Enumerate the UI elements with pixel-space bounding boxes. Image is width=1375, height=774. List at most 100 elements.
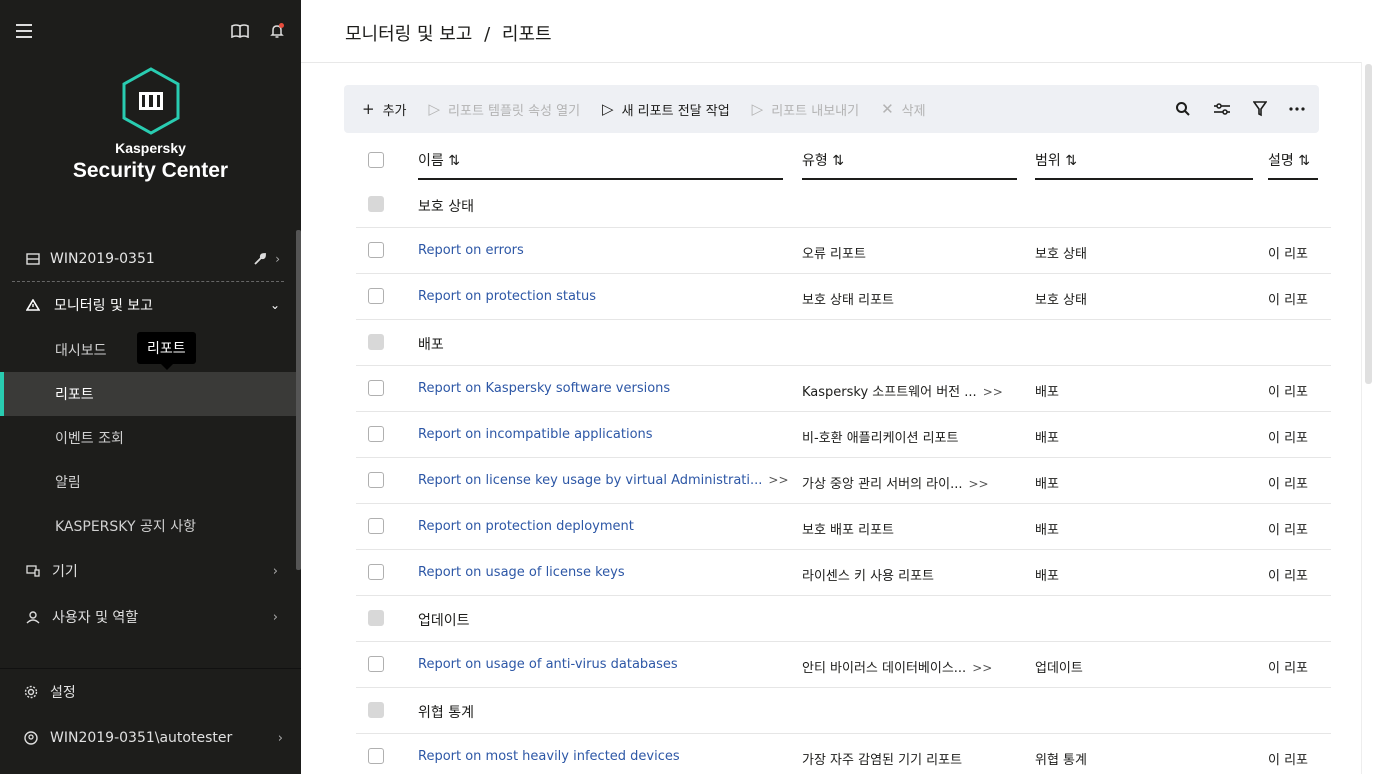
select-all-checkbox[interactable] xyxy=(368,152,384,168)
row-checkbox[interactable] xyxy=(368,242,384,258)
report-name-link[interactable]: Report on most heavily infected devices xyxy=(418,749,680,764)
column-header-name[interactable]: 이름 ⇅ xyxy=(418,150,783,180)
main-scrollbar[interactable] xyxy=(1361,62,1375,774)
breadcrumb-monitoring[interactable]: 모니터링 및 보고 xyxy=(345,24,472,45)
report-description: 이 리포 xyxy=(1268,385,1309,400)
sidebar-item-devices[interactable]: 기기 › xyxy=(0,548,296,594)
breadcrumb-separator: / xyxy=(484,24,491,45)
open-template-button[interactable]: ▷ 리포트 템플릿 속성 열기 xyxy=(429,100,581,119)
sidebar-item-notifications[interactable]: 알림 xyxy=(0,460,296,504)
sidebar-item-settings[interactable]: 설정 xyxy=(0,669,301,715)
chevron-down-icon: ⌄ xyxy=(269,298,280,312)
report-description: 이 리포 xyxy=(1268,753,1309,768)
report-scope: 배포 xyxy=(1035,431,1059,446)
server-selector[interactable]: WIN2019-0351 › xyxy=(12,236,284,282)
group-checkbox[interactable] xyxy=(368,334,384,350)
row-checkbox[interactable] xyxy=(368,748,384,764)
table-row[interactable]: Report on most heavily infected devices … xyxy=(356,734,1331,774)
report-name-link[interactable]: Report on license key usage by virtual A… xyxy=(418,473,762,488)
group-checkbox[interactable] xyxy=(368,196,384,212)
delete-button[interactable]: ✕ 삭제 xyxy=(881,100,926,119)
report-name-link[interactable]: Report on protection status xyxy=(418,289,596,304)
book-icon[interactable] xyxy=(231,24,249,38)
section-monitoring-label: 모니터링 및 보고 xyxy=(54,298,154,314)
more-options-icon[interactable] xyxy=(1289,107,1305,111)
group-label: 업데이트 xyxy=(418,613,470,629)
search-icon[interactable] xyxy=(1175,101,1191,117)
sidebar-top-bar xyxy=(0,0,301,62)
report-name-link[interactable]: Report on usage of license keys xyxy=(418,565,625,580)
report-type: 가장 자주 감염된 기기 리포트 xyxy=(802,753,963,768)
row-checkbox[interactable] xyxy=(368,288,384,304)
table-row[interactable]: Report on incompatible applications 비-호환… xyxy=(356,412,1331,458)
expand-more-button[interactable]: >> xyxy=(972,661,992,675)
report-name-link[interactable]: Report on usage of anti-virus databases xyxy=(418,657,678,672)
report-scope: 보호 상태 xyxy=(1035,247,1087,262)
report-description: 이 리포 xyxy=(1268,293,1309,308)
close-icon: ✕ xyxy=(881,100,894,118)
row-checkbox[interactable] xyxy=(368,380,384,396)
expand-more-button[interactable]: >> xyxy=(983,385,1003,399)
sidebar-item-account[interactable]: WIN2019-0351\autotester › xyxy=(0,715,301,761)
toolbar-right xyxy=(1175,85,1305,133)
table-row[interactable]: Report on protection deployment 보호 배포 리포… xyxy=(356,504,1331,550)
report-type: 비-호환 애플리케이션 리포트 xyxy=(802,431,959,446)
account-icon xyxy=(24,731,38,745)
play-icon: ▷ xyxy=(428,100,441,118)
report-name-link[interactable]: Report on Kaspersky software versions xyxy=(418,381,670,396)
report-name-link[interactable]: Report on errors xyxy=(418,243,524,258)
report-name-link[interactable]: Report on protection deployment xyxy=(418,519,634,534)
section-monitoring[interactable]: 모니터링 및 보고 ⌄ xyxy=(0,282,296,328)
main-scrollbar-thumb[interactable] xyxy=(1365,64,1372,384)
column-header-scope[interactable]: 범위 ⇅ xyxy=(1035,150,1253,180)
report-type: 가상 중앙 관리 서버의 라이... >> xyxy=(802,473,989,492)
group-checkbox[interactable] xyxy=(368,702,384,718)
new-delivery-task-button[interactable]: ▷ 새 리포트 전달 작업 xyxy=(602,100,730,119)
table-row[interactable]: Report on license key usage by virtual A… xyxy=(356,458,1331,504)
breadcrumb: 모니터링 및 보고 / 리포트 xyxy=(345,20,552,46)
add-button[interactable]: + 추가 xyxy=(362,100,407,119)
report-type: 보호 배포 리포트 xyxy=(802,523,894,538)
filter-icon[interactable] xyxy=(1253,101,1267,117)
report-name-link[interactable]: Report on incompatible applications xyxy=(418,427,653,442)
header-divider xyxy=(301,62,1375,63)
report-scope: 업데이트 xyxy=(1035,661,1083,676)
sidebar-item-users[interactable]: 사용자 및 역할 › xyxy=(0,594,296,640)
sidebar: Kaspersky Security Center WIN2019-0351 ›… xyxy=(0,0,301,774)
sidebar-item-events[interactable]: 이벤트 조회 xyxy=(0,416,296,460)
report-type: 라이센스 키 사용 리포트 xyxy=(802,569,934,584)
group-row: 업데이트 xyxy=(356,596,1331,642)
notification-bell-icon[interactable] xyxy=(269,23,285,39)
row-checkbox[interactable] xyxy=(368,472,384,488)
play-icon: ▷ xyxy=(751,100,764,118)
report-type: 오류 리포트 xyxy=(802,247,866,262)
chevron-right-icon[interactable]: › xyxy=(275,252,280,266)
wrench-icon[interactable] xyxy=(253,252,267,266)
hamburger-menu-icon[interactable] xyxy=(16,24,34,38)
play-icon: ▷ xyxy=(602,100,614,118)
table-row[interactable]: Report on Kaspersky software versions Ka… xyxy=(356,366,1331,412)
row-checkbox[interactable] xyxy=(368,518,384,534)
expand-more-button[interactable]: >> xyxy=(969,477,989,491)
table-row[interactable]: Report on errors 오류 리포트 보호 상태 이 리포 xyxy=(356,228,1331,274)
column-header-type[interactable]: 유형 ⇅ xyxy=(802,150,1017,180)
sidebar-item-kaspersky-news[interactable]: KASPERSKY 공지 사항 xyxy=(0,504,296,548)
row-checkbox[interactable] xyxy=(368,564,384,580)
expand-more-button[interactable]: >> xyxy=(768,473,788,487)
group-label: 보호 상태 xyxy=(418,199,474,215)
group-row: 보호 상태 xyxy=(356,182,1331,228)
table-row[interactable]: Report on protection status 보호 상태 리포트 보호… xyxy=(356,274,1331,320)
column-settings-icon[interactable] xyxy=(1213,102,1231,116)
column-header-description[interactable]: 설명 ⇅ xyxy=(1268,150,1318,180)
group-checkbox[interactable] xyxy=(368,610,384,626)
row-checkbox[interactable] xyxy=(368,656,384,672)
table-row[interactable]: Report on usage of license keys 라이센스 키 사… xyxy=(356,550,1331,596)
export-button[interactable]: ▷ 리포트 내보내기 xyxy=(752,100,859,119)
server-icon xyxy=(26,252,40,265)
tooltip-reports: 리포트 xyxy=(137,332,196,370)
sidebar-nav: WIN2019-0351 › 모니터링 및 보고 ⌄ 대시보드 리포트 이벤트 … xyxy=(0,236,296,640)
table-row[interactable]: Report on usage of anti-virus databases … xyxy=(356,642,1331,688)
row-checkbox[interactable] xyxy=(368,426,384,442)
gear-icon xyxy=(24,685,38,699)
sidebar-item-reports[interactable]: 리포트 xyxy=(0,372,296,416)
